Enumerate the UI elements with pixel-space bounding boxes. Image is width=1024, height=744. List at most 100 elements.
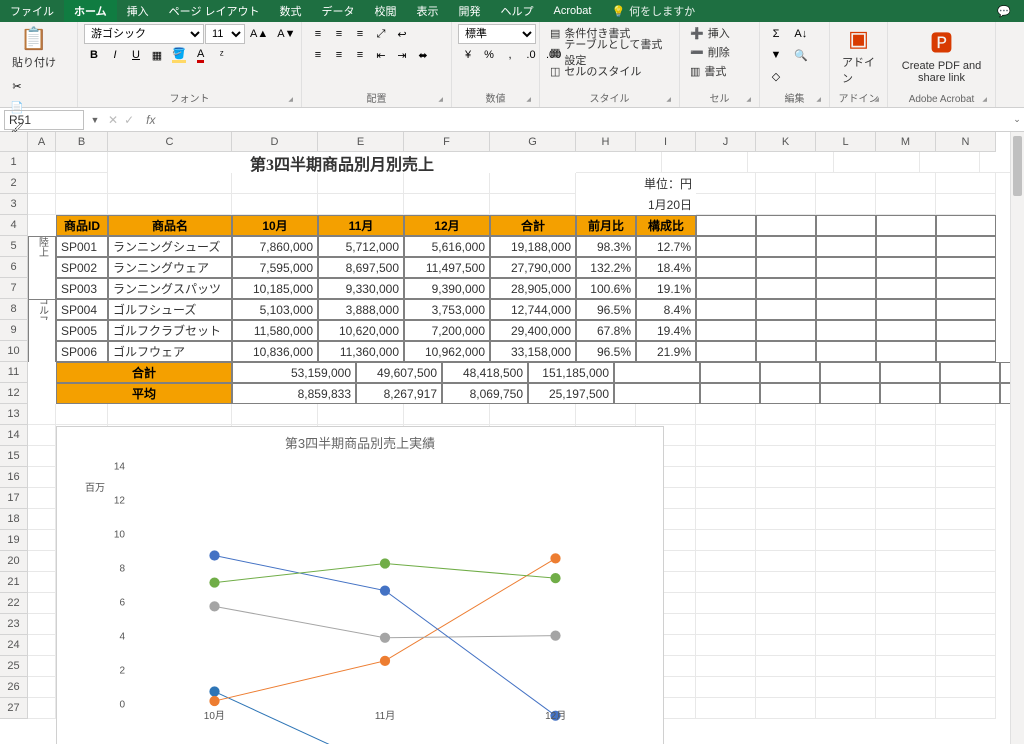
cell[interactable]: 27,790,000: [490, 257, 576, 278]
cell[interactable]: [28, 152, 56, 173]
cell[interactable]: [936, 467, 996, 488]
cell[interactable]: [936, 446, 996, 467]
cell[interactable]: [756, 215, 816, 236]
tab-view[interactable]: 表示: [407, 0, 449, 22]
cell[interactable]: [756, 677, 816, 698]
cell[interactable]: 21.9%: [636, 341, 696, 362]
cell[interactable]: [636, 404, 696, 425]
cell[interactable]: [876, 530, 936, 551]
fill-button[interactable]: ▼: [766, 45, 786, 65]
cell[interactable]: [936, 677, 996, 698]
cell[interactable]: 12,744,000: [490, 299, 576, 320]
cell[interactable]: [876, 656, 936, 677]
cell[interactable]: [232, 173, 318, 194]
cell[interactable]: [614, 383, 700, 404]
row-12[interactable]: 12: [0, 383, 28, 404]
cell[interactable]: [876, 551, 936, 572]
row-26[interactable]: 26: [0, 677, 28, 698]
col-K[interactable]: K: [756, 132, 816, 152]
row-25[interactable]: 25: [0, 656, 28, 677]
cell[interactable]: [696, 593, 756, 614]
comments-icon[interactable]: 💬: [984, 0, 1024, 22]
tab-file[interactable]: ファイル: [0, 0, 64, 22]
cell[interactable]: [936, 278, 996, 299]
col-E[interactable]: E: [318, 132, 404, 152]
cell[interactable]: [28, 194, 56, 215]
cell[interactable]: [936, 299, 996, 320]
cell[interactable]: [820, 362, 880, 383]
col-C[interactable]: C: [108, 132, 232, 152]
cell[interactable]: [876, 572, 936, 593]
col-A[interactable]: A: [28, 132, 56, 152]
col-G[interactable]: G: [490, 132, 576, 152]
cell[interactable]: [816, 656, 876, 677]
cell[interactable]: 3,753,000: [404, 299, 490, 320]
col-F[interactable]: F: [404, 132, 490, 152]
cell[interactable]: [28, 656, 56, 677]
cell[interactable]: [756, 551, 816, 572]
cell[interactable]: [816, 677, 876, 698]
col-M[interactable]: M: [876, 132, 936, 152]
cancel-icon[interactable]: ✕: [108, 113, 118, 127]
cell[interactable]: 10,620,000: [318, 320, 404, 341]
font-color-button[interactable]: A: [191, 45, 211, 65]
cell[interactable]: [28, 278, 56, 299]
cell[interactable]: [816, 341, 876, 362]
row-1[interactable]: 1: [0, 152, 28, 173]
cell[interactable]: [662, 152, 748, 173]
cell[interactable]: [614, 362, 700, 383]
underline-button[interactable]: U: [126, 45, 146, 65]
cell[interactable]: [108, 194, 232, 215]
cell[interactable]: [490, 173, 576, 194]
row-17[interactable]: 17: [0, 488, 28, 509]
cell[interactable]: 合計: [490, 215, 576, 236]
cell[interactable]: [490, 404, 576, 425]
tab-developer[interactable]: 開発: [449, 0, 491, 22]
cell[interactable]: [816, 488, 876, 509]
cell[interactable]: [936, 551, 996, 572]
cell[interactable]: [576, 152, 662, 173]
cell[interactable]: [490, 194, 576, 215]
cell[interactable]: 19.4%: [636, 320, 696, 341]
cell[interactable]: [936, 656, 996, 677]
cell[interactable]: 商品ID: [56, 215, 108, 236]
cell[interactable]: 11,497,500: [404, 257, 490, 278]
cell[interactable]: [748, 152, 834, 173]
cell[interactable]: [696, 677, 756, 698]
align-center-button[interactable]: ≡: [329, 45, 349, 65]
cell[interactable]: 8.4%: [636, 299, 696, 320]
cell[interactable]: [816, 236, 876, 257]
cell[interactable]: 陸上: [28, 236, 56, 257]
cell[interactable]: 18.4%: [636, 257, 696, 278]
cell[interactable]: [876, 173, 936, 194]
font-size-select[interactable]: 11: [205, 24, 245, 44]
tab-data[interactable]: データ: [312, 0, 365, 22]
row-6[interactable]: 6: [0, 257, 28, 278]
cell[interactable]: [318, 194, 404, 215]
cell[interactable]: 8,267,917: [356, 383, 442, 404]
cell[interactable]: [756, 320, 816, 341]
cell[interactable]: [108, 404, 232, 425]
cell[interactable]: [756, 698, 816, 719]
cell[interactable]: [696, 173, 756, 194]
tab-formulas[interactable]: 数式: [270, 0, 312, 22]
cell[interactable]: ゴルフ: [28, 299, 56, 320]
cell[interactable]: [696, 467, 756, 488]
col-D[interactable]: D: [232, 132, 318, 152]
cell[interactable]: [816, 320, 876, 341]
cell[interactable]: [28, 257, 56, 278]
cell[interactable]: [936, 593, 996, 614]
cell[interactable]: 5,712,000: [318, 236, 404, 257]
cell[interactable]: [756, 572, 816, 593]
cell[interactable]: [756, 236, 816, 257]
find-select-button[interactable]: 🔍: [790, 45, 812, 65]
row-2[interactable]: 2: [0, 173, 28, 194]
cell[interactable]: 前月比: [576, 215, 636, 236]
italic-button[interactable]: I: [105, 45, 125, 65]
cell[interactable]: 19.1%: [636, 278, 696, 299]
row-13[interactable]: 13: [0, 404, 28, 425]
cell[interactable]: [56, 404, 108, 425]
cell[interactable]: [876, 299, 936, 320]
cell[interactable]: [756, 530, 816, 551]
cell[interactable]: 100.6%: [576, 278, 636, 299]
